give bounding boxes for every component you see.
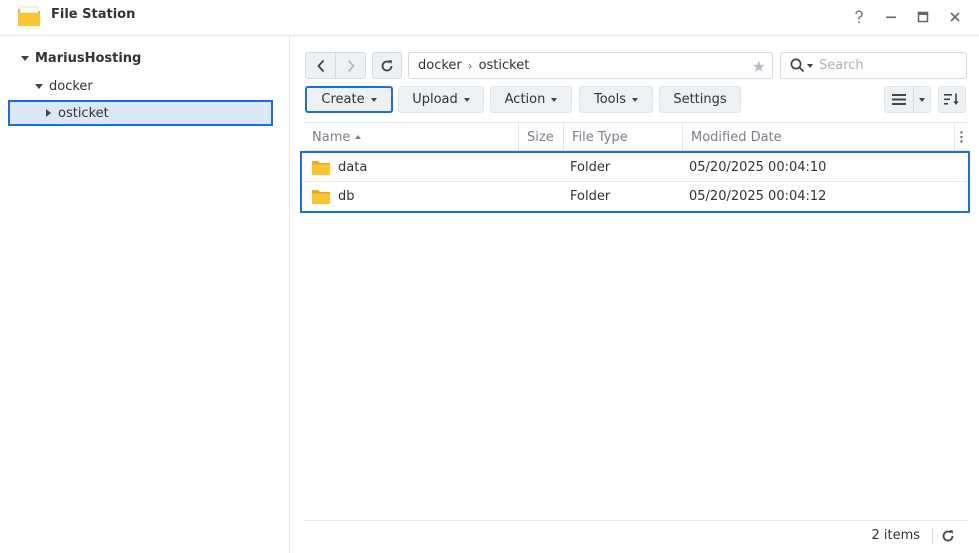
- list-view-icon: [892, 94, 907, 105]
- settings-button[interactable]: Settings: [659, 86, 741, 113]
- dropdown-caret-icon: [632, 97, 639, 102]
- tools-button[interactable]: Tools: [579, 86, 653, 113]
- back-button[interactable]: [306, 53, 335, 78]
- dropdown-caret-icon: [919, 97, 926, 102]
- favorite-star-icon[interactable]: ★: [752, 57, 766, 76]
- modified-date: 05/20/2025 00:04:10: [689, 160, 827, 175]
- folder-icon: [312, 153, 330, 182]
- upload-button[interactable]: Upload: [398, 86, 484, 113]
- file-type: Folder: [570, 160, 611, 175]
- more-vertical-icon: [960, 131, 963, 143]
- divider: [932, 528, 933, 544]
- chevron-right-icon: [347, 59, 355, 72]
- action-button[interactable]: Action: [490, 86, 572, 113]
- breadcrumb-segment-osticket[interactable]: osticket: [479, 58, 530, 73]
- file-name: db: [338, 189, 355, 204]
- create-button[interactable]: Create: [305, 86, 393, 113]
- file-name: data: [338, 160, 368, 175]
- dropdown-caret-icon: [370, 97, 377, 102]
- dropdown-caret-icon: [463, 97, 470, 102]
- dropdown-caret-icon: [551, 97, 558, 102]
- column-header-name[interactable]: Name: [304, 123, 518, 151]
- folder-tree-sidebar: MariusHosting docker osticket: [0, 36, 290, 553]
- sort-button[interactable]: [938, 86, 966, 113]
- sort-ascending-icon: [355, 135, 362, 139]
- tree-item-mariushosting[interactable]: MariusHosting: [21, 46, 141, 70]
- window-title: File Station: [51, 7, 136, 22]
- table-row[interactable]: data Folder 05/20/2025 00:04:10: [304, 153, 968, 182]
- tree-item-osticket-selected[interactable]: osticket: [8, 100, 273, 126]
- forward-button[interactable]: [335, 53, 365, 78]
- file-station-icon: [16, 4, 42, 28]
- column-header-modified-date[interactable]: Modified Date: [682, 123, 954, 151]
- tree-item-label: MariusHosting: [35, 50, 142, 66]
- column-header-label: Modified Date: [691, 129, 782, 145]
- close-icon[interactable]: [944, 6, 966, 28]
- collapse-caret-icon[interactable]: [46, 109, 51, 117]
- help-icon[interactable]: [848, 6, 870, 28]
- tree-item-label: docker: [49, 78, 93, 94]
- search-icon[interactable]: [790, 58, 805, 73]
- item-count: 2 items: [871, 528, 920, 543]
- expand-caret-icon[interactable]: [35, 83, 43, 89]
- search-box[interactable]: [780, 52, 967, 79]
- expand-caret-icon[interactable]: [21, 55, 29, 61]
- search-options-caret-icon[interactable]: [807, 63, 813, 68]
- folder-icon: [312, 182, 330, 211]
- breadcrumb-segment-docker[interactable]: docker: [418, 58, 462, 73]
- sort-icon: [944, 93, 959, 105]
- maximize-icon[interactable]: [912, 6, 934, 28]
- minimize-icon[interactable]: [880, 6, 902, 28]
- list-view-button[interactable]: [885, 87, 915, 112]
- file-list-header: Name Size File Type Modified Date: [304, 122, 968, 151]
- search-input[interactable]: [819, 58, 959, 73]
- tree-item-docker[interactable]: docker: [35, 74, 93, 98]
- column-options-button[interactable]: [954, 123, 968, 151]
- status-refresh-button[interactable]: [938, 526, 958, 546]
- title-bar: File Station: [0, 0, 979, 36]
- column-header-size[interactable]: Size: [518, 123, 563, 151]
- view-options-dropdown[interactable]: [914, 87, 930, 112]
- chevron-left-icon: [317, 59, 324, 72]
- view-mode-group: [884, 86, 931, 113]
- refresh-icon: [381, 59, 393, 71]
- column-header-label: File Type: [572, 129, 628, 145]
- create-button-label: Create: [321, 92, 365, 107]
- settings-button-label: Settings: [673, 92, 727, 107]
- column-header-label: Name: [312, 129, 351, 145]
- column-header-label: Size: [527, 129, 554, 145]
- column-header-file-type[interactable]: File Type: [563, 123, 682, 151]
- modified-date: 05/20/2025 00:04:12: [689, 189, 827, 204]
- upload-button-label: Upload: [412, 92, 458, 107]
- refresh-icon: [942, 530, 954, 542]
- path-breadcrumb[interactable]: docker › osticket ★: [408, 52, 773, 79]
- file-type: Folder: [570, 189, 611, 204]
- history-nav-group: [305, 52, 366, 79]
- refresh-button[interactable]: [372, 52, 402, 79]
- table-row[interactable]: db Folder 05/20/2025 00:04:12: [304, 182, 968, 211]
- action-button-label: Action: [504, 92, 546, 107]
- tools-button-label: Tools: [593, 92, 627, 107]
- file-list-highlight: data Folder 05/20/2025 00:04:10 db Folde…: [300, 151, 970, 213]
- status-bar: 2 items: [304, 520, 968, 549]
- tree-item-label: osticket: [58, 105, 109, 121]
- breadcrumb-separator: ›: [467, 58, 473, 73]
